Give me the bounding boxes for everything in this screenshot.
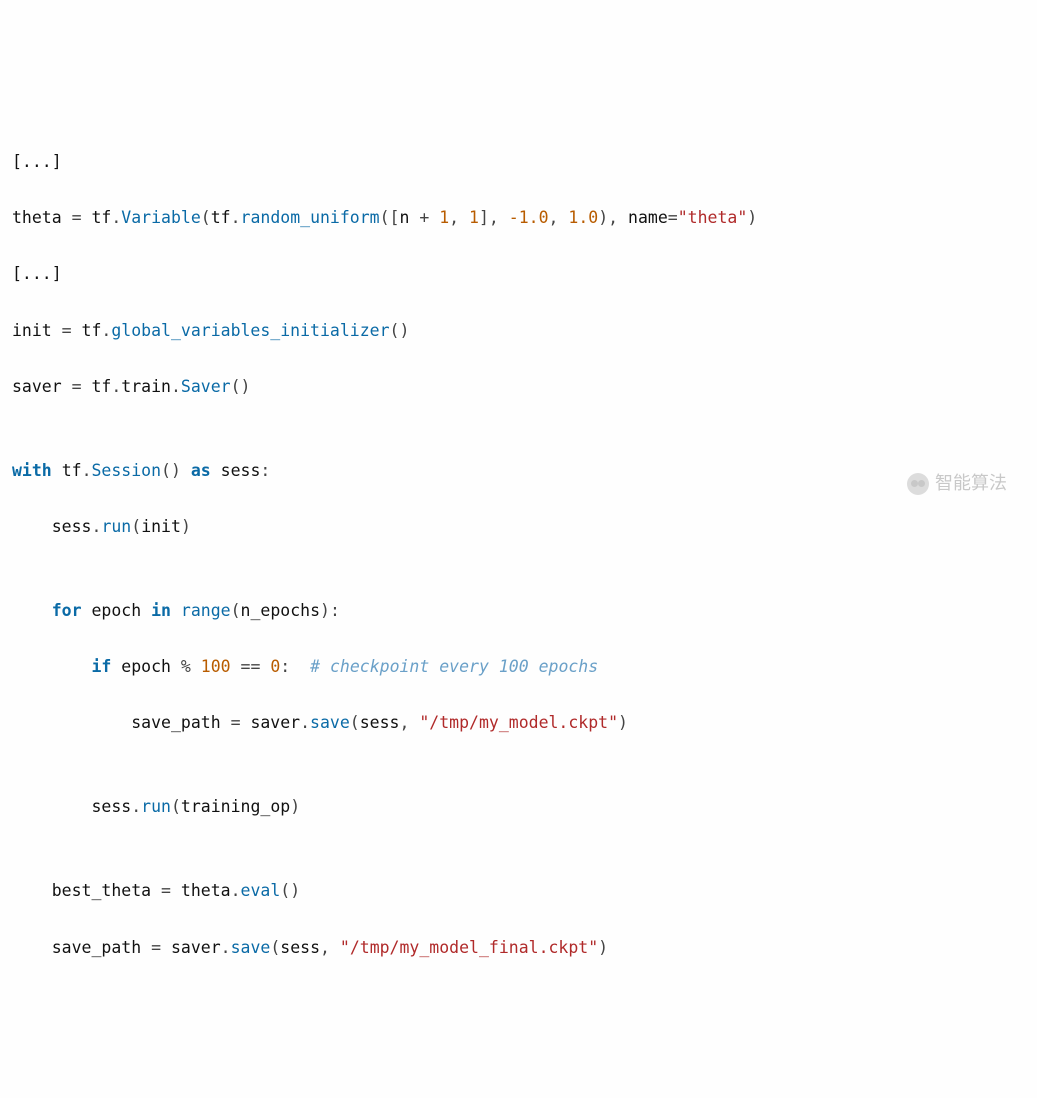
code-block: [...] theta = tf.Variable(tf.random_unif… (12, 120, 1025, 989)
code-line: for epoch in range(n_epochs): (12, 597, 1025, 625)
ellipsis: [...] (12, 152, 62, 171)
code-line: [...] (12, 148, 1025, 176)
code-line: save_path = saver.save(sess, "/tmp/my_mo… (12, 934, 1025, 962)
comment: # checkpoint every 100 epochs (310, 657, 598, 676)
code-line: theta = tf.Variable(tf.random_uniform([n… (12, 204, 1025, 232)
code-line: sess.run(training_op) (12, 793, 1025, 821)
watermark: 智能算法 (907, 468, 1007, 499)
ellipsis: [...] (12, 264, 62, 283)
code-line: [...] (12, 260, 1025, 288)
code-line: if epoch % 100 == 0: # checkpoint every … (12, 653, 1025, 681)
code-line: save_path = saver.save(sess, "/tmp/my_mo… (12, 709, 1025, 737)
code-line: saver = tf.train.Saver() (12, 373, 1025, 401)
watermark-text: 智能算法 (935, 468, 1007, 499)
wechat-icon (907, 473, 929, 495)
code-line: init = tf.global_variables_initializer() (12, 317, 1025, 345)
code-line: with tf.Session() as sess: (12, 457, 1025, 485)
code-line: best_theta = theta.eval() (12, 877, 1025, 905)
code-line: sess.run(init) (12, 513, 1025, 541)
